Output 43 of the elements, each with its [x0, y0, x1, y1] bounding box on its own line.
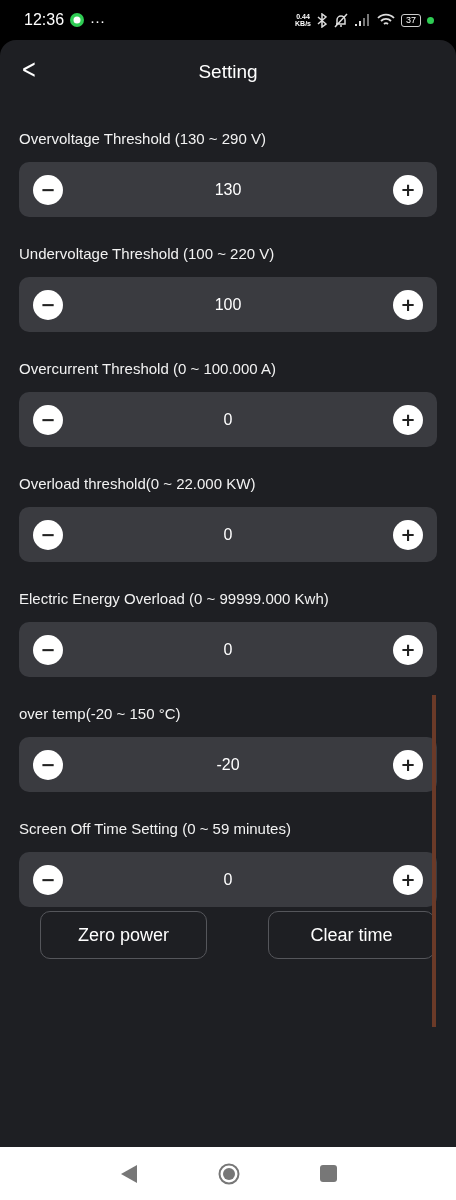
bluetooth-icon: [317, 12, 327, 28]
action-button[interactable]: Zero power: [40, 911, 207, 959]
decrease-button[interactable]: −: [33, 864, 63, 895]
stepper-value: 0: [222, 870, 234, 889]
increase-button[interactable]: +: [393, 174, 423, 205]
clock: 12:36: [24, 11, 65, 29]
page-title: Setting: [198, 61, 258, 83]
decrease-button[interactable]: −: [33, 174, 63, 205]
home-nav-icon[interactable]: [217, 1162, 240, 1185]
decrease-button[interactable]: −: [33, 634, 63, 665]
increase-button[interactable]: +: [393, 864, 423, 895]
wifi-icon: [377, 13, 395, 27]
battery-level: 37: [401, 13, 421, 27]
increase-button[interactable]: +: [393, 634, 423, 665]
increase-button[interactable]: +: [393, 749, 423, 780]
setting-label: Overcurrent Threshold (0 ~ 100.000 A): [19, 360, 277, 379]
decrease-button[interactable]: −: [33, 289, 63, 320]
muted-bell-icon: [333, 12, 349, 28]
increase-button[interactable]: +: [393, 289, 423, 320]
stepper-value: -20: [215, 755, 241, 774]
more-notifications: ···: [90, 11, 106, 29]
stepper-value: 0: [222, 640, 234, 659]
setting-label: Undervoltage Threshold (100 ~ 220 V): [19, 245, 276, 264]
back-nav-icon[interactable]: [119, 1163, 138, 1184]
decrease-button[interactable]: −: [33, 519, 63, 550]
back-button[interactable]: <: [18, 54, 40, 84]
stepper-value: 100: [213, 295, 243, 314]
setting-label: Electric Energy Overload (0 ~ 99999.000 Kwh): [19, 590, 330, 609]
increase-button[interactable]: +: [393, 519, 423, 550]
increase-button[interactable]: +: [393, 404, 423, 435]
stepper-value: 130: [213, 180, 243, 199]
status-dot: [427, 16, 434, 24]
decrease-button[interactable]: −: [33, 749, 63, 780]
chat-app-icon: [70, 13, 85, 27]
stepper-value: 0: [222, 410, 234, 429]
setting-label: Screen Off Time Setting (0 ~ 59 minutes): [19, 820, 292, 839]
setting-label: over temp(-20 ~ 150 °C): [19, 705, 182, 724]
setting-label: Overvoltage Threshold (130 ~ 290 V): [19, 130, 267, 149]
recents-nav-icon[interactable]: [319, 1165, 337, 1182]
signal-icon: [355, 14, 371, 26]
decrease-button[interactable]: −: [33, 404, 63, 435]
setting-label: Overload threshold(0 ~ 22.000 KW): [19, 475, 257, 494]
stepper-value: 0: [222, 525, 234, 544]
